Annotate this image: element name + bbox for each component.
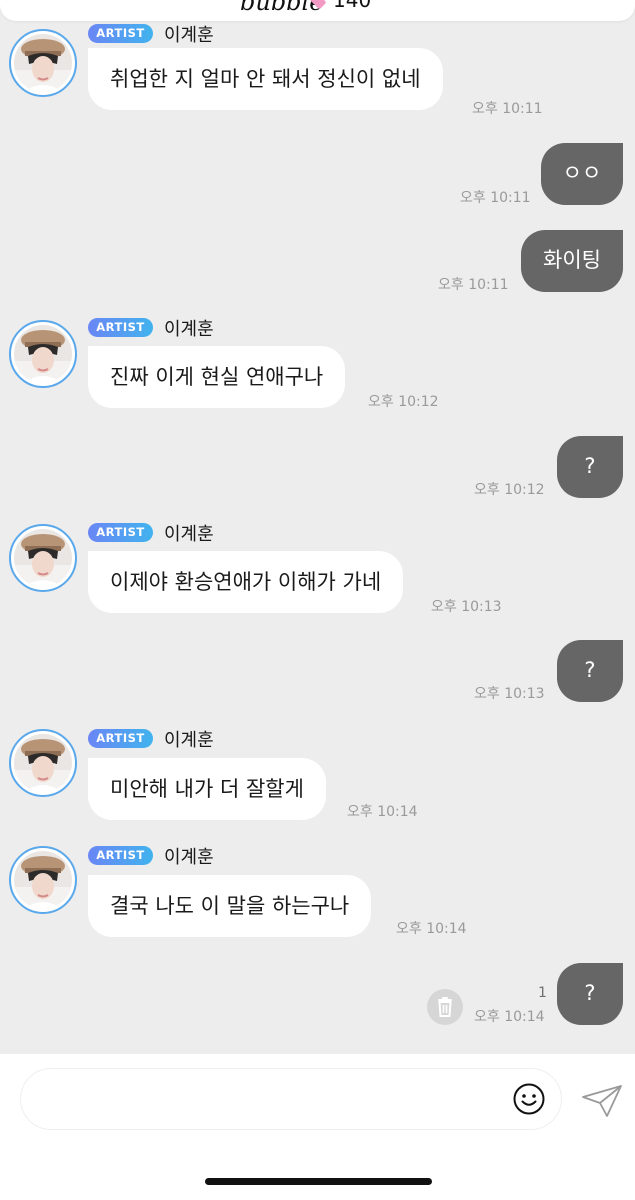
outgoing-bubble[interactable]: ㅇㅇ xyxy=(541,143,623,205)
artist-name: 이계훈 xyxy=(164,730,214,751)
unread-count: 1 xyxy=(538,985,547,1001)
avatar-image xyxy=(14,851,72,909)
app-header: bubble 140 xyxy=(0,0,635,21)
incoming-bubble[interactable]: 진짜 이게 현실 연애구나 xyxy=(88,346,346,408)
artist-badge: ARTIST xyxy=(88,523,153,542)
avatar-image xyxy=(14,734,72,792)
message-composer xyxy=(0,1054,635,1200)
avatar-image xyxy=(14,325,72,383)
incoming-bubble[interactable]: 이제야 환승연애가 이해가 가네 xyxy=(88,551,404,613)
artist-avatar[interactable] xyxy=(9,729,77,797)
message-time: 오후 10:13 xyxy=(431,599,502,615)
outgoing-bubble[interactable]: ? xyxy=(557,963,623,1025)
outgoing-bubble[interactable]: ? xyxy=(557,640,623,702)
incoming-bubble[interactable]: 취업한 지 얼마 안 돼서 정신이 없네 xyxy=(88,48,443,110)
artist-avatar[interactable] xyxy=(9,29,77,97)
message-input[interactable] xyxy=(20,1068,562,1130)
message-time: 오후 10:13 xyxy=(474,686,545,702)
avatar-image xyxy=(14,529,72,587)
outgoing-bubble[interactable]: ? xyxy=(557,436,623,498)
message-time: 오후 10:11 xyxy=(438,277,509,293)
message-time: 오후 10:14 xyxy=(474,1009,545,1025)
outgoing-bubble[interactable]: 화이팅 xyxy=(521,230,623,292)
message-time: 오후 10:14 xyxy=(347,804,418,820)
delete-button[interactable] xyxy=(427,989,463,1025)
smiley-face-icon[interactable] xyxy=(513,1083,545,1115)
artist-name: 이계훈 xyxy=(164,319,214,340)
incoming-bubble[interactable]: 결국 나도 이 말을 하는구나 xyxy=(88,875,372,937)
artist-avatar[interactable] xyxy=(9,846,77,914)
artist-name: 이계훈 xyxy=(164,847,214,868)
artist-badge: ARTIST xyxy=(88,729,153,748)
app-logo: bubble xyxy=(240,0,324,16)
message-time: 오후 10:11 xyxy=(460,190,531,206)
message-time: 오후 10:12 xyxy=(368,394,439,410)
avatar-image xyxy=(14,34,72,92)
artist-name: 이계훈 xyxy=(164,524,214,545)
artist-avatar[interactable] xyxy=(9,524,77,592)
artist-badge: ARTIST xyxy=(88,846,153,865)
letter-count: 140 xyxy=(333,0,372,12)
artist-name: 이계훈 xyxy=(164,25,214,46)
message-time: 오후 10:12 xyxy=(474,482,545,498)
message-time: 오후 10:14 xyxy=(396,921,467,937)
paper-plane-icon[interactable] xyxy=(581,1084,623,1118)
trash-icon xyxy=(438,997,452,1017)
incoming-bubble[interactable]: 미안해 내가 더 잘할게 xyxy=(88,758,326,820)
artist-avatar[interactable] xyxy=(9,320,77,388)
home-indicator xyxy=(205,1178,432,1185)
artist-badge: ARTIST xyxy=(88,318,153,337)
message-time: 오후 10:11 xyxy=(472,101,543,117)
artist-badge: ARTIST xyxy=(88,24,153,43)
